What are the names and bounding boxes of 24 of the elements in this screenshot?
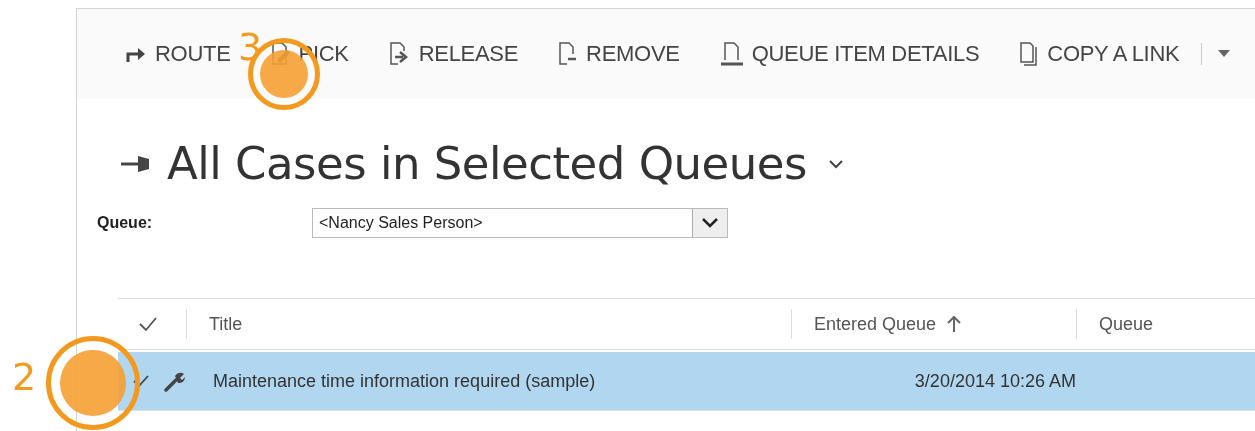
- toolbar-button[interactable]: RELEASE: [384, 41, 523, 67]
- column-header[interactable]: Entered Queue: [814, 313, 937, 335]
- dropdown-chevron-icon: [692, 209, 727, 237]
- callout-number: 2: [12, 358, 37, 396]
- table-cell-text: Maintenance time information required (sample): [212, 369, 597, 393]
- select-all-checkmark-icon[interactable]: [138, 316, 158, 332]
- queue-dropdown[interactable]: <Nancy Sales Person>: [312, 208, 728, 238]
- toolbar-button[interactable]: COPY A LINK: [1015, 41, 1184, 67]
- column-header[interactable]: Queue: [1099, 313, 1154, 335]
- row-checkmark-icon[interactable]: [132, 374, 150, 388]
- toolbar-button[interactable]: ROUTE: [121, 41, 235, 67]
- document-icon: [719, 42, 744, 66]
- table-cell-text: 3/20/2014 10:26 AM: [913, 369, 1076, 393]
- view-title: All Cases in Selected Queues: [167, 137, 807, 190]
- document-minus-icon: [558, 42, 579, 66]
- toolbar-button[interactable]: REMOVE: [554, 41, 684, 67]
- queue-label: Queue:: [97, 214, 154, 232]
- view-selector-caret-icon[interactable]: [828, 158, 843, 169]
- pin-icon[interactable]: [121, 153, 151, 174]
- toolbar-button[interactable]: QUEUE ITEM DETAILS: [715, 41, 984, 67]
- copy-icon: [1019, 42, 1040, 66]
- column-header[interactable]: Title: [209, 313, 243, 335]
- grid-row[interactable]: Maintenance time information required (sample) 3/20/2014 10:26 AM: [118, 352, 1255, 411]
- wrench-icon: [164, 370, 186, 392]
